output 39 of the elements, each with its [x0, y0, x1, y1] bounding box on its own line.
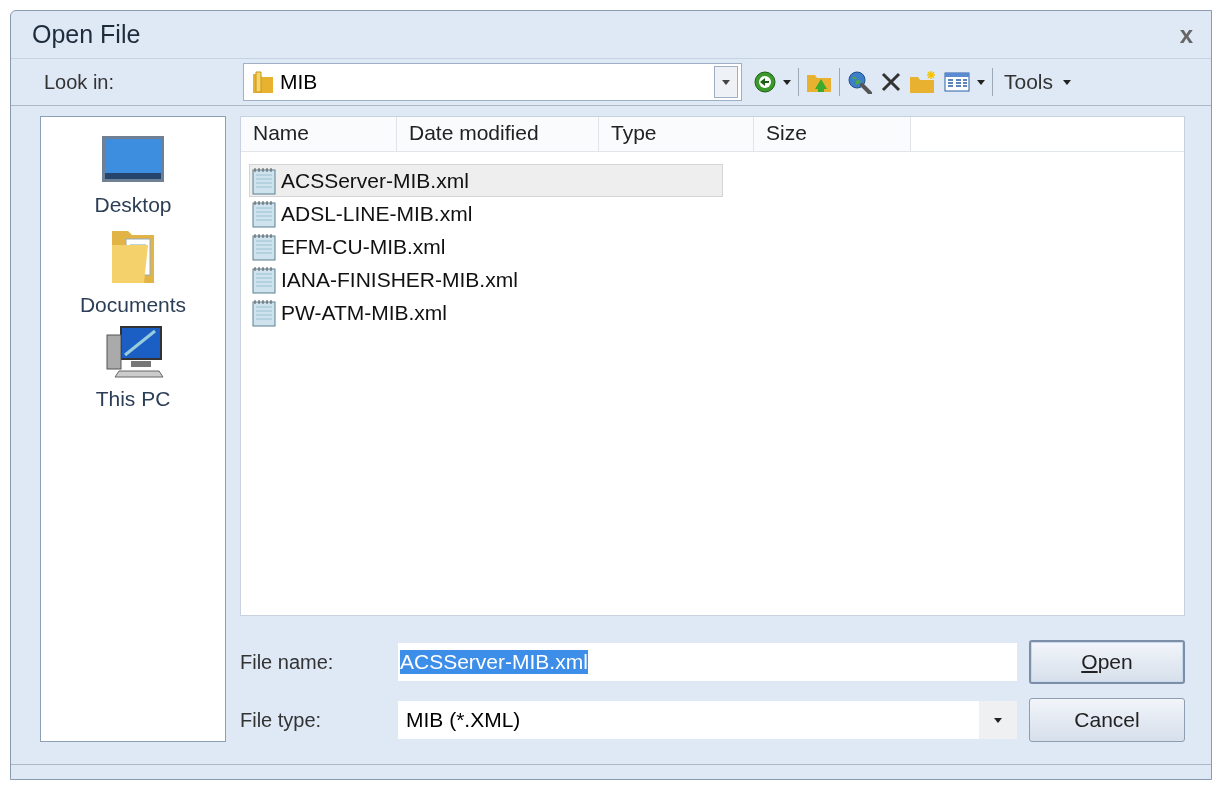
file-item[interactable]: EFM-CU-MIB.xml [249, 230, 723, 263]
look-in-value: MIB [280, 70, 319, 95]
open-button[interactable]: Open [1029, 640, 1185, 684]
column-header[interactable]: Date modified [397, 117, 599, 151]
view-menu-icon[interactable] [944, 71, 970, 94]
look-in-label: Look in: [44, 70, 116, 94]
document-icon [251, 265, 277, 294]
caret-icon [994, 717, 1002, 723]
window-title: Open File [32, 20, 141, 50]
dropdown-button[interactable] [714, 66, 738, 99]
places-item[interactable]: Desktop [94, 135, 172, 217]
file-type-dropdown[interactable]: MIB (*.XML) [398, 701, 1017, 739]
tools-menu[interactable]: Tools [1000, 70, 1076, 95]
places-item[interactable]: This PC [95, 325, 171, 411]
file-name-label: File name: [240, 650, 335, 674]
file-type-label: File type: [240, 708, 323, 732]
delete-icon[interactable] [880, 71, 902, 94]
document-icon [251, 298, 277, 327]
file-item[interactable]: ADSL-LINE-MIB.xml [249, 197, 723, 230]
caret-icon[interactable] [977, 79, 985, 85]
file-item[interactable]: ACSServer-MIB.xml [249, 164, 723, 197]
document-icon [251, 199, 277, 228]
folder-icon [252, 70, 274, 95]
file-item[interactable]: IANA-FINISHER-MIB.xml [249, 263, 723, 296]
close-button[interactable]: x [1175, 20, 1197, 49]
globe-search-icon[interactable] [847, 70, 873, 95]
column-header[interactable]: Size [754, 117, 911, 151]
cancel-button[interactable]: Cancel [1029, 698, 1185, 742]
caret-icon [1063, 79, 1072, 85]
back-icon[interactable] [754, 71, 776, 94]
look-in-dropdown[interactable]: MIB [243, 63, 742, 102]
file-item[interactable]: PW-ATM-MIB.xml [249, 296, 723, 329]
places-item[interactable]: Documents [79, 225, 187, 317]
column-header[interactable]: Name [241, 117, 397, 151]
caret-icon[interactable] [783, 79, 791, 85]
document-icon [251, 166, 277, 195]
caret-icon [722, 79, 730, 85]
document-icon [251, 232, 277, 261]
column-header[interactable]: Type [599, 117, 754, 151]
